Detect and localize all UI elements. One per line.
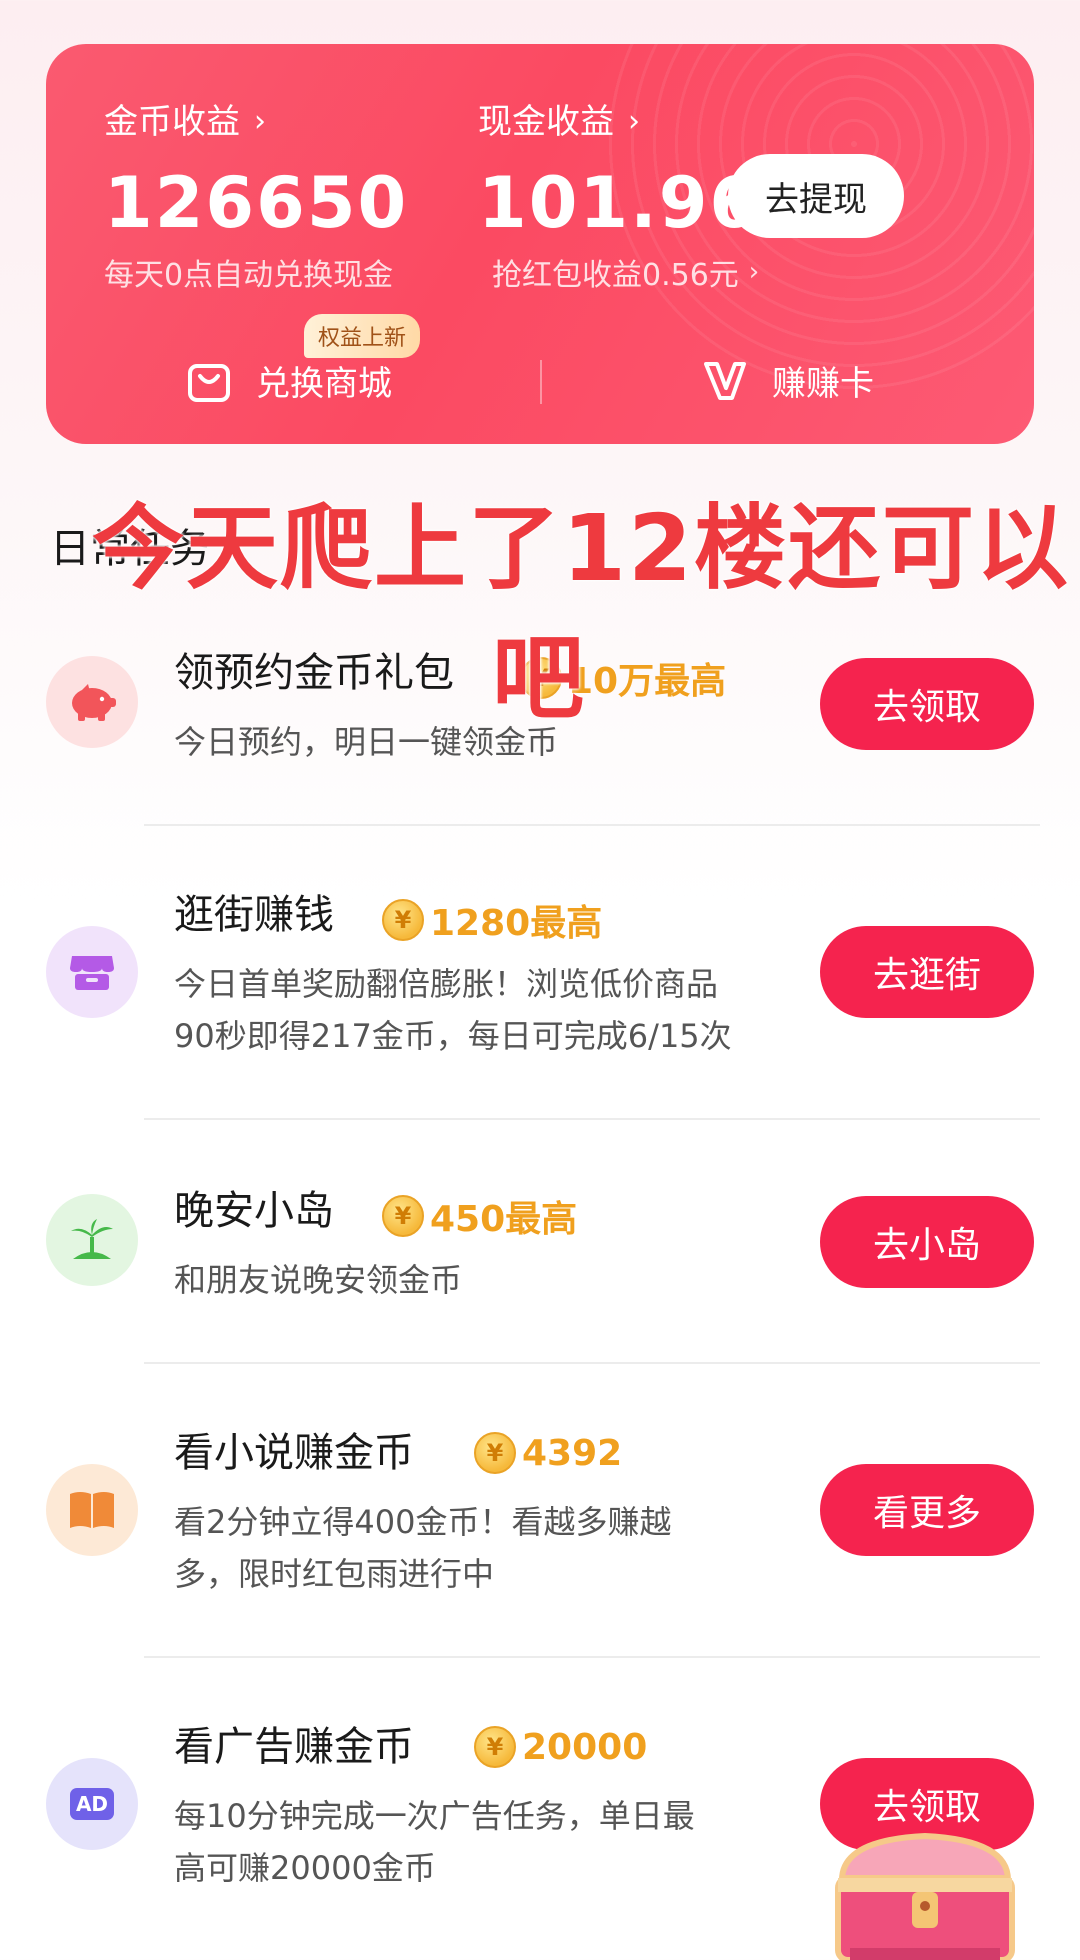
- divider: [144, 824, 1040, 826]
- earn-card-link[interactable]: 赚赚卡: [702, 356, 874, 405]
- reward-label: 450最高: [430, 1199, 578, 1240]
- island-icon: [71, 1219, 113, 1259]
- task-description: 多，限时红包雨进行中: [174, 1555, 495, 1593]
- cash-note-link[interactable]: 抢红包收益0.56元 ›: [492, 250, 759, 294]
- coins-label: 金币收益: [104, 102, 240, 142]
- coin-icon: ¥: [382, 1195, 424, 1237]
- exchange-shop-link[interactable]: 兑换商城: [186, 356, 392, 405]
- coins-earnings[interactable]: 金币收益 › 126650: [104, 100, 408, 246]
- overlay-caption: 今天爬上了12楼还可以: [92, 495, 1071, 602]
- task-description: 和朋友说晚安领金币: [174, 1261, 463, 1299]
- reward-label: 4392: [522, 1432, 623, 1474]
- coin-icon: ¥: [382, 899, 424, 941]
- task-title: 晚安小岛: [174, 1188, 334, 1234]
- task-icon-bg: [46, 1464, 138, 1556]
- chevron-right-icon: ›: [628, 104, 640, 139]
- earnings-card: 金币收益 › 126650 每天0点自动兑换现金 现金收益 › 101.96 抢…: [46, 44, 1034, 444]
- reward-label: 1280最高: [430, 903, 603, 944]
- island-button[interactable]: 去小岛: [820, 1196, 1034, 1288]
- task-title: 看广告赚金币: [174, 1724, 414, 1770]
- reward-amount: ¥ 4392: [474, 1432, 622, 1474]
- task-description: 看2分钟立得400金币！看越多赚越: [174, 1503, 672, 1541]
- chevron-right-icon: ›: [748, 257, 760, 287]
- ad-icon: AD: [70, 1788, 114, 1820]
- divider: [540, 360, 542, 404]
- new-benefits-badge: 权益上新: [304, 314, 421, 358]
- claim-button[interactable]: 去领取: [820, 658, 1034, 750]
- reward-amount: ¥ 1280最高: [382, 894, 602, 946]
- book-icon: [70, 1492, 114, 1528]
- task-icon-bg: [46, 656, 138, 748]
- task-icon-bg: [46, 926, 138, 1018]
- divider: [144, 1656, 1040, 1658]
- task-title: 领预约金币礼包: [174, 650, 454, 696]
- store-icon: [70, 956, 114, 990]
- shopping-button[interactable]: 去逛街: [820, 926, 1034, 1018]
- task-icon-bg: AD: [46, 1758, 138, 1850]
- task-title: 看小说赚金币: [174, 1430, 414, 1476]
- withdraw-button[interactable]: 去提现: [728, 154, 904, 238]
- coin-icon: ¥: [474, 1432, 516, 1474]
- read-more-button[interactable]: 看更多: [820, 1464, 1034, 1556]
- chevron-right-icon: ›: [254, 104, 266, 139]
- reward-label: 20000: [522, 1726, 648, 1768]
- divider: [144, 1118, 1040, 1120]
- reward-amount: ¥ 20000: [474, 1726, 647, 1768]
- task-title: 逛街赚钱: [174, 892, 334, 938]
- task-icon-bg: [46, 1194, 138, 1286]
- task-description: 每10分钟完成一次广告任务，单日最: [174, 1797, 695, 1835]
- cash-earnings[interactable]: 现金收益 › 101.96: [478, 100, 760, 246]
- shopping-bag-icon: [188, 363, 230, 402]
- cash-value: 101.96: [478, 162, 761, 244]
- exchange-shop-label: 兑换商城: [256, 364, 392, 404]
- piggy-bank-icon: [72, 684, 116, 721]
- task-description: 90秒即得217金币，每日可完成6/15次: [174, 1017, 732, 1055]
- coin-icon: ¥: [474, 1726, 516, 1768]
- coins-value: 126650: [104, 162, 409, 244]
- task-description: 今日首单奖励翻倍膨胀！浏览低价商品: [174, 965, 719, 1003]
- task-description: 高可赚20000金币: [174, 1849, 436, 1887]
- cash-label: 现金收益: [478, 102, 614, 142]
- cash-note: 抢红包收益0.56元: [492, 258, 739, 293]
- treasure-chest-icon[interactable]: [820, 1820, 1030, 1960]
- overlay-caption-continued: 吧: [492, 625, 585, 732]
- reward-amount: ¥ 450最高: [382, 1190, 577, 1242]
- v-card-icon: [704, 361, 746, 400]
- reward-label: 10万最高: [568, 661, 727, 702]
- earn-card-label: 赚赚卡: [772, 364, 874, 404]
- coins-note: 每天0点自动兑换现金: [104, 258, 394, 293]
- divider: [144, 1362, 1040, 1364]
